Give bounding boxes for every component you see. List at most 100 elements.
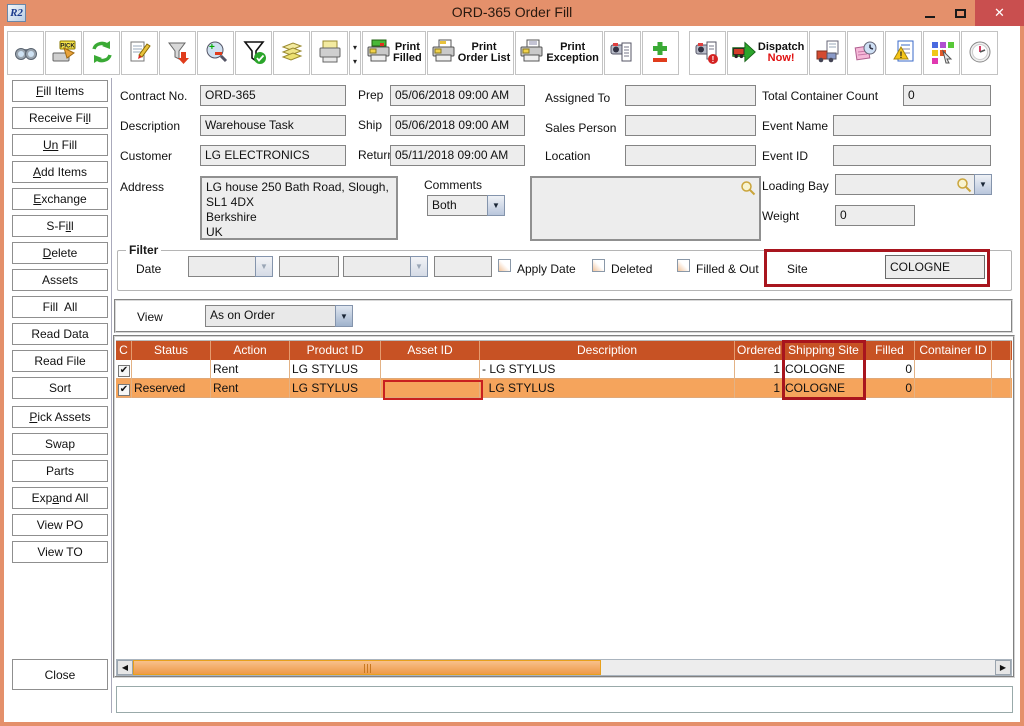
column-header-spacer[interactable] xyxy=(992,341,1011,360)
scan-alert-icon[interactable]: ! xyxy=(689,31,726,75)
sidebar-button-swap[interactable]: Swap xyxy=(12,433,108,455)
sidebar-button-view-to[interactable]: View TO xyxy=(12,541,108,563)
collate-print-icon-glyph xyxy=(317,39,343,68)
event-id-field[interactable] xyxy=(833,145,991,166)
column-header-c[interactable]: C xyxy=(116,341,132,360)
sidebar-button-expand-all[interactable]: Expand All xyxy=(12,487,108,509)
alert-document-icon[interactable]: ! xyxy=(885,31,922,75)
filter-date-field-1[interactable] xyxy=(279,256,339,277)
filter-export-icon[interactable] xyxy=(159,31,196,75)
scan-list-icon[interactable] xyxy=(604,31,641,75)
sidebar-button-read-file[interactable]: Read File xyxy=(12,350,108,372)
column-header-shipping_site[interactable]: Shipping Site xyxy=(783,341,865,360)
scrollbar-track[interactable] xyxy=(133,660,995,675)
collate-print-icon[interactable] xyxy=(311,31,348,75)
chevron-down-icon[interactable]: ▼ xyxy=(487,195,505,216)
column-header-description[interactable]: Description xyxy=(480,341,735,360)
loading-bay-lookup-icon[interactable] xyxy=(956,177,972,193)
horizontal-scrollbar[interactable]: ◀ ▶ xyxy=(116,659,1012,676)
zoom-icon-glyph: + xyxy=(203,39,229,68)
event-name-field[interactable] xyxy=(833,115,991,136)
color-grid-icon[interactable] xyxy=(923,31,960,75)
customer-field[interactable]: LG ELECTRONICS xyxy=(200,145,346,166)
sidebar-button-delete[interactable]: Delete xyxy=(12,242,108,264)
truck-document-icon[interactable] xyxy=(809,31,846,75)
return-date-field[interactable]: 05/11/2018 09:00 AM xyxy=(390,145,525,166)
weight-field[interactable]: 0 xyxy=(835,205,915,226)
close-button[interactable]: Close xyxy=(12,659,108,690)
sidebar-button-s-fill[interactable]: S-Fill xyxy=(12,215,108,237)
table-row-2[interactable]: ✔ReservedRentLG STYLUS LG STYLUS1COLOGNE… xyxy=(116,379,1012,398)
view-combo[interactable]: As on Order ▼ xyxy=(205,305,353,327)
filter-date-field-2[interactable] xyxy=(434,256,492,277)
row-checkbox[interactable]: ✔ xyxy=(118,384,130,396)
row-checkbox[interactable]: ✔ xyxy=(118,365,130,377)
column-header-container_id[interactable]: Container ID xyxy=(915,341,992,360)
location-field[interactable] xyxy=(625,145,756,166)
description-field[interactable]: Warehouse Task xyxy=(200,115,346,136)
address-field[interactable]: LG house 250 Bath Road, Slough, SL1 4DX … xyxy=(200,176,398,240)
sidebar-button-pick-assets[interactable]: Pick Assets xyxy=(12,406,108,428)
table-row-1[interactable]: ✔RentLG STYLUS- LG STYLUS1COLOGNE0 xyxy=(116,360,1012,379)
clock-icon[interactable] xyxy=(961,31,998,75)
site-field[interactable]: COLOGNE xyxy=(885,255,985,279)
column-header-ordered[interactable]: Ordered xyxy=(735,341,783,360)
sidebar-button-un-fill[interactable]: Un Fill xyxy=(12,134,108,156)
scrollbar-thumb[interactable] xyxy=(133,660,601,675)
column-header-filled[interactable]: Filled xyxy=(865,341,915,360)
scroll-left-arrow[interactable]: ◀ xyxy=(117,660,133,675)
assigned-to-field[interactable] xyxy=(625,85,756,106)
pick-list-icon[interactable]: PICK xyxy=(45,31,82,75)
sidebar-button-view-po[interactable]: View PO xyxy=(12,514,108,536)
collate-icon[interactable] xyxy=(273,31,310,75)
add-remove-icon[interactable] xyxy=(642,31,679,75)
refresh-icon[interactable] xyxy=(83,31,120,75)
cell-c[interactable]: ✔ xyxy=(116,379,132,398)
column-header-status[interactable]: Status xyxy=(132,341,211,360)
sidebar-button-assets[interactable]: Assets xyxy=(12,269,108,291)
edit-note-icon[interactable] xyxy=(121,31,158,75)
minimize-button[interactable] xyxy=(915,0,945,26)
scroll-right-arrow[interactable]: ▶ xyxy=(995,660,1011,675)
total-container-count-field[interactable]: 0 xyxy=(903,85,991,106)
column-header-asset_id[interactable]: Asset ID xyxy=(381,341,480,360)
close-window-button[interactable]: ✕ xyxy=(975,0,1024,26)
deleted-checkbox[interactable] xyxy=(592,259,605,272)
contract-field[interactable]: ORD-365 xyxy=(200,85,346,106)
sidebar-button-receive-fill[interactable]: Receive Fill xyxy=(12,107,108,129)
filter-date-combo-1[interactable]: ▼ xyxy=(188,256,273,277)
print-exception-button[interactable]: PrintException xyxy=(515,31,603,75)
sidebar-button-fill-all[interactable]: Fill All xyxy=(12,296,108,318)
filter-check-icon[interactable] xyxy=(235,31,272,75)
zoom-icon[interactable]: + xyxy=(197,31,234,75)
comments-lookup-icon[interactable] xyxy=(740,180,756,196)
ship-date-field[interactable]: 05/06/2018 09:00 AM xyxy=(390,115,525,136)
column-header-product_id[interactable]: Product ID xyxy=(290,341,381,360)
filter-date-combo-2[interactable]: ▼ xyxy=(343,256,428,277)
print-order-list-button[interactable]: PrintOrder List xyxy=(427,31,515,75)
cell-container_id xyxy=(915,379,992,398)
chevron-down-icon[interactable]: ▼ xyxy=(335,305,353,327)
filled-out-checkbox[interactable] xyxy=(677,259,690,272)
prep-date-field[interactable]: 05/06/2018 09:00 AM xyxy=(390,85,525,106)
sidebar-button-parts[interactable]: Parts xyxy=(12,460,108,482)
print-filled-button[interactable]: PrintFilled xyxy=(362,31,426,75)
more-options-dropdown[interactable]: ▾▾ xyxy=(349,31,361,75)
column-header-action[interactable]: Action xyxy=(211,341,290,360)
sidebar-button-sort[interactable]: Sort xyxy=(12,377,108,399)
sidebar-button-fill-items[interactable]: Fill Items xyxy=(12,80,108,102)
cell-c[interactable]: ✔ xyxy=(116,360,132,379)
loading-bay-combo[interactable]: ▼ xyxy=(835,174,992,195)
maximize-button[interactable] xyxy=(945,0,975,26)
binoculars-icon[interactable] xyxy=(7,31,44,75)
sidebar-button-exchange[interactable]: Exchange xyxy=(12,188,108,210)
chevron-down-icon[interactable]: ▼ xyxy=(974,174,992,195)
sidebar-button-read-data[interactable]: Read Data xyxy=(12,323,108,345)
comments-mode-combo[interactable]: Both ▼ xyxy=(427,195,505,216)
apply-date-checkbox[interactable] xyxy=(498,259,511,272)
comments-field[interactable] xyxy=(530,176,761,241)
dispatch-now-button[interactable]: DispatchNow! xyxy=(727,31,808,75)
schedule-notes-icon[interactable] xyxy=(847,31,884,75)
sales-person-field[interactable] xyxy=(625,115,756,136)
sidebar-button-add-items[interactable]: Add Items xyxy=(12,161,108,183)
